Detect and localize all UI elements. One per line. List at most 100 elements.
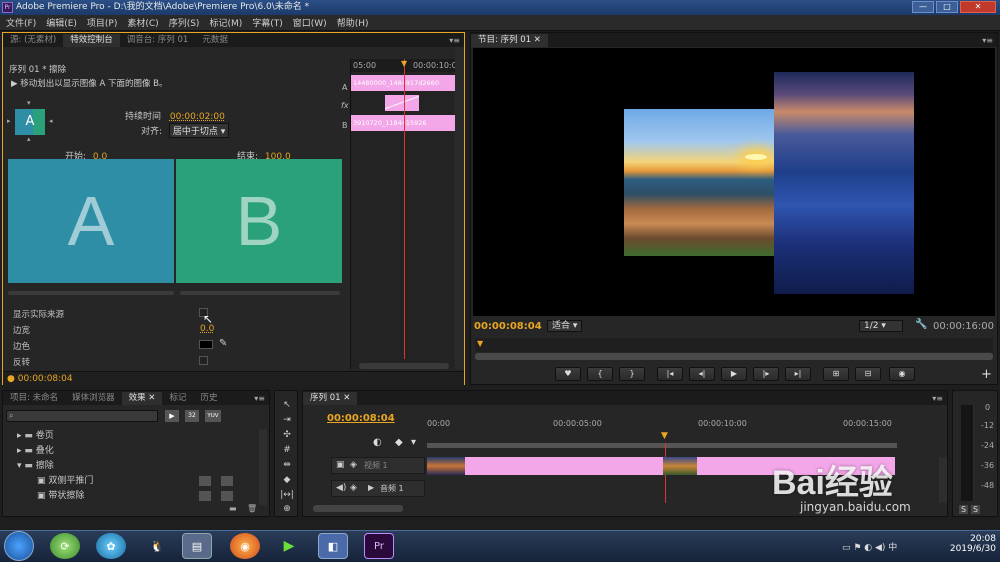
slide-tool-icon[interactable]: ⊕ [279, 503, 295, 516]
step-back-button[interactable]: ◂| [689, 367, 715, 381]
timeline-vscroll[interactable] [939, 457, 947, 503]
add-button-icon[interactable]: + [981, 367, 992, 382]
tab-metadata[interactable]: 元数据 [195, 34, 235, 47]
tab-program[interactable]: 节目: 序列 01 ✕ [471, 34, 548, 47]
tree-item-wipe[interactable]: ▾ ▬ 擦除 [3, 459, 259, 474]
add-marker-button[interactable]: ♥ [555, 367, 581, 381]
taskbar-media-icon[interactable]: ✿ [96, 533, 126, 559]
razor-tool-icon[interactable]: ◆ [279, 474, 295, 487]
tab-project[interactable]: 项目: 未命名 [3, 392, 65, 405]
program-panel-menu-icon[interactable]: ▾≡ [982, 34, 993, 47]
tree-item-dissolve[interactable]: ▸ ▬ 叠化 [3, 444, 259, 459]
fit-dropdown[interactable]: 适合 ▾ [547, 320, 583, 332]
menu-project[interactable]: 项目(P) [87, 16, 117, 29]
go-to-out-button[interactable]: ▸| [785, 367, 811, 381]
rate-stretch-tool-icon[interactable]: ⇹ [279, 459, 295, 472]
yuv-effects-button[interactable]: YUV [205, 410, 221, 422]
effects-scrollbar[interactable] [259, 429, 267, 505]
tab-markers[interactable]: 标记 [162, 392, 193, 405]
menu-title[interactable]: 字幕(T) [252, 16, 283, 29]
start-slider[interactable] [8, 291, 174, 295]
delete-icon[interactable]: 🗑 [247, 504, 257, 513]
close-button[interactable]: ✕ [960, 1, 996, 13]
mini-clip-a[interactable]: 14480000_1484917d2660 [351, 75, 455, 91]
tree-item-band-wipe[interactable]: ▣ 带状擦除 [3, 489, 259, 504]
timeline-timecode[interactable]: 00:00:08:04 [327, 413, 395, 424]
clip-a-thumbnail[interactable] [427, 457, 465, 475]
taskbar-app-icon[interactable]: ▶ [274, 533, 304, 559]
border-width-value[interactable]: 0.0 [200, 324, 214, 334]
timeline-playhead-icon[interactable]: ▼ [661, 431, 668, 441]
new-bin-icon[interactable]: ▬ [229, 504, 237, 513]
taskbar-qq-icon[interactable]: 🐧 [142, 533, 172, 559]
start-button[interactable] [4, 531, 34, 561]
lift-button[interactable]: ⊞ [823, 367, 849, 381]
tab-effect-controls[interactable]: 特效控制台 [63, 34, 120, 47]
effect-controls-scrollbar[interactable] [455, 47, 464, 369]
taskbar-window-icon[interactable]: ◧ [318, 533, 348, 559]
export-frame-button[interactable]: ◉ [889, 367, 915, 381]
32bit-effects-button[interactable]: 32 [185, 410, 199, 422]
timeline-hscroll[interactable] [313, 505, 403, 512]
preview-anchor-right[interactable]: ◂ [49, 117, 53, 125]
program-zoom-bar[interactable] [475, 353, 993, 360]
accelerated-effects-button[interactable]: ▶ [165, 410, 179, 422]
timeline-menu-icon[interactable]: ▾≡ [932, 392, 943, 405]
resolution-dropdown[interactable]: 1/2 ▾ [859, 320, 903, 332]
mini-transition[interactable] [385, 95, 419, 111]
program-video-frame[interactable] [473, 48, 995, 316]
mini-scrollbar[interactable] [359, 363, 449, 369]
video-track-header[interactable]: ▣ ◈ 视频 1 [331, 457, 425, 474]
effects-search-input[interactable]: ⌕ [6, 410, 158, 422]
tab-sequence[interactable]: 序列 01 ✕ [303, 392, 358, 405]
rolling-edit-tool-icon[interactable]: # [279, 444, 295, 457]
clip-b-preview[interactable]: B [176, 159, 342, 283]
menu-file[interactable]: 文件(F) [6, 16, 36, 29]
mini-clip-b[interactable]: 3910720_1184415926 [351, 115, 455, 131]
mini-playhead-marker-icon[interactable]: ▼ [401, 59, 407, 68]
work-area-bar[interactable] [427, 443, 897, 448]
video-track-eye-icon[interactable]: ▣ [336, 460, 345, 470]
menu-help[interactable]: 帮助(H) [337, 16, 369, 29]
clock[interactable]: 20:08 2019/6/30 [948, 534, 996, 554]
clip-b-thumbnail[interactable] [663, 457, 697, 475]
program-timecode[interactable]: 00:00:08:04 [474, 321, 542, 332]
clip-a-preview[interactable]: A [8, 159, 174, 283]
marker-icon[interactable]: ▾ [411, 437, 416, 448]
audio-track-toggle[interactable]: ▶ [368, 483, 374, 492]
video-track-lock-icon[interactable]: ◈ [350, 460, 357, 470]
tray-icons[interactable]: ▭ ⚑ ◐ ◀) 中 [842, 540, 897, 553]
add-marker-icon[interactable]: ◆ [395, 437, 403, 448]
tab-history[interactable]: 历史 [193, 392, 224, 405]
eyedropper-icon[interactable]: ✎ [219, 338, 227, 349]
wrench-icon[interactable]: 🔧 [915, 319, 927, 330]
align-dropdown[interactable]: 居中于切点 ▾ [168, 123, 230, 138]
preview-anchor-left[interactable]: ▸ [7, 117, 11, 125]
border-color-swatch[interactable] [199, 340, 213, 349]
tree-item-page-peel[interactable]: ▸ ▬ 卷页 [3, 429, 259, 444]
maximize-button[interactable]: □ [936, 1, 958, 13]
play-transition-icon[interactable]: ▶ [11, 79, 20, 89]
effects-panel-menu-icon[interactable]: ▾≡ [254, 392, 265, 405]
tab-effects[interactable]: 效果 ✕ [121, 392, 163, 405]
tab-audio-mixer[interactable]: 调音台: 序列 01 [120, 34, 196, 47]
end-slider[interactable] [180, 291, 340, 295]
mini-playhead[interactable] [404, 59, 405, 359]
menu-clip[interactable]: 素材(C) [127, 16, 158, 29]
tab-media-browser[interactable]: 媒体浏览器 [65, 392, 122, 405]
track-select-tool-icon[interactable]: ⇥ [279, 414, 295, 427]
mark-in-button[interactable]: { [587, 367, 613, 381]
solo-left-button[interactable]: S [959, 505, 968, 514]
reverse-checkbox[interactable] [199, 356, 208, 365]
tab-source[interactable]: 源: (无素材) [3, 34, 63, 47]
clip-a-timeline[interactable] [465, 457, 663, 475]
step-forward-button[interactable]: |▸ [753, 367, 779, 381]
selection-tool-icon[interactable]: ↖ [279, 399, 295, 412]
panel-menu-icon[interactable]: ▾≡ [449, 34, 460, 47]
mark-out-button[interactable]: } [619, 367, 645, 381]
preview-anchor-top[interactable]: ▾ [27, 99, 31, 107]
menu-marker[interactable]: 标记(M) [209, 16, 242, 29]
menu-window[interactable]: 窗口(W) [293, 16, 327, 29]
play-button[interactable]: ▶ [721, 367, 747, 381]
solo-right-button[interactable]: S [971, 505, 980, 514]
